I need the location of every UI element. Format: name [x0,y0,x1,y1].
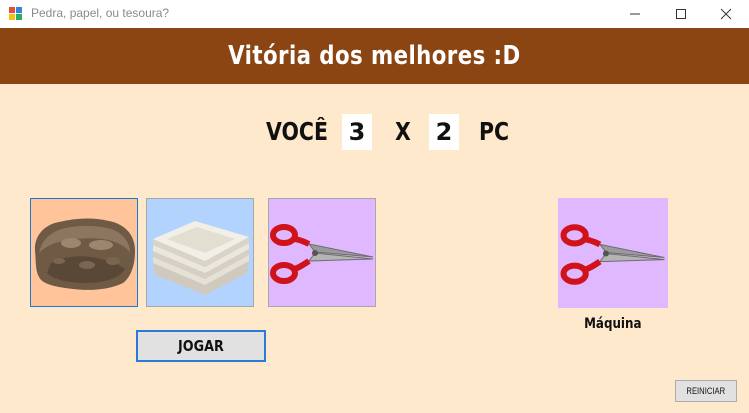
play-button[interactable]: JOGAR [136,330,266,362]
scissors-icon [270,224,374,284]
maximize-button[interactable] [658,0,704,28]
window-title: Pedra, papel, ou tesoura? [31,6,170,20]
close-icon [720,8,732,20]
minimize-icon [630,13,640,15]
scissors-icon [560,224,665,285]
machine-label: Máquina [558,316,668,332]
window-titlebar: Pedra, papel, ou tesoura? [0,0,749,28]
restart-button[interactable]: REINICIAR [675,380,737,402]
player-score: 3 [342,114,372,150]
score-separator: X [395,117,411,146]
app-icon [9,7,22,20]
maximize-icon [676,9,686,19]
pc-label: PC [479,117,510,146]
paper-icon [153,221,249,295]
minimize-button[interactable] [612,0,658,28]
restart-button-label: REINICIAR [686,386,726,396]
scoreboard: VOCÊ 3 X 2 PC [0,114,749,150]
result-banner: Vitória dos melhores :D [0,28,749,84]
close-button[interactable] [703,0,749,28]
game-area: Vitória dos melhores :D VOCÊ 3 X 2 PC Má… [0,28,749,413]
machine-label-text: Máquina [584,316,642,332]
rock-icon [34,218,135,290]
choice-paper[interactable] [146,198,254,307]
player-label: VOCÊ [266,117,328,146]
machine-choice [558,198,668,308]
play-button-label: JOGAR [178,337,224,355]
pc-score: 2 [429,114,459,150]
result-text: Vitória dos melhores :D [228,41,521,71]
choice-rock[interactable] [30,198,138,307]
choice-scissors[interactable] [268,198,376,307]
